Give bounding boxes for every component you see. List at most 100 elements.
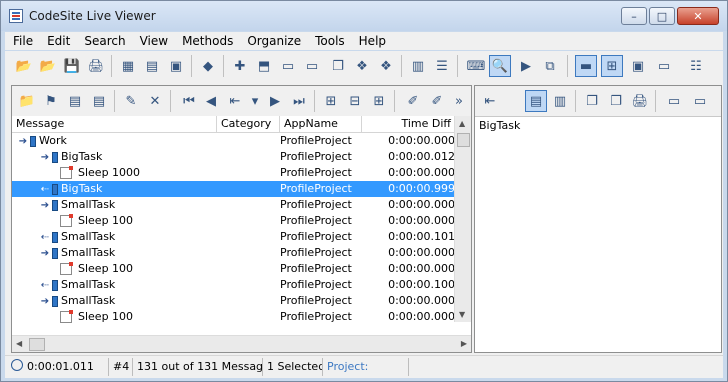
table-row[interactable]: ⇠ BigTask ProfileProject 0:00:00.999 bbox=[12, 181, 455, 197]
table-row[interactable]: Sleep 1000 ProfileProject 0:00:00.000 bbox=[12, 165, 455, 181]
menu-search[interactable]: Search bbox=[76, 34, 131, 48]
horizontal-scrollbar[interactable]: ◀ ▶ bbox=[12, 335, 471, 352]
scroll-left-icon[interactable]: ◀ bbox=[16, 339, 22, 348]
menu-help[interactable]: Help bbox=[351, 34, 392, 48]
detail-text-view-icon[interactable]: ▤ bbox=[525, 90, 547, 112]
copy-icon[interactable]: ▤ bbox=[141, 55, 163, 77]
row-appname: ProfileProject bbox=[280, 262, 352, 275]
flag-icon[interactable]: ⚑ bbox=[40, 90, 62, 112]
menu-methods[interactable]: Methods bbox=[174, 34, 239, 48]
table-row[interactable]: Sleep 100 ProfileProject 0:00:00.000 bbox=[12, 309, 455, 325]
layout-bottom-icon[interactable]: ▬ bbox=[575, 55, 597, 77]
edit-note-icon[interactable]: ▭ bbox=[277, 55, 299, 77]
package-check-icon[interactable]: ❖ bbox=[375, 55, 397, 77]
row-message: ⇠ SmallTask bbox=[12, 277, 254, 293]
detail-copy-icon[interactable]: ❐ bbox=[581, 90, 603, 112]
method-block-icon bbox=[52, 279, 58, 291]
scroll-right-icon[interactable]: ▶ bbox=[461, 339, 467, 348]
row-message: Sleep 1000 bbox=[12, 165, 276, 181]
method-block-icon bbox=[52, 183, 58, 195]
detail-grid-view-icon[interactable]: ▥ bbox=[549, 90, 571, 112]
back-icon[interactable]: ⇤ bbox=[224, 90, 246, 112]
last-icon[interactable]: ⏭ bbox=[288, 90, 310, 112]
menu-edit[interactable]: Edit bbox=[39, 34, 76, 48]
table-row[interactable]: ➔ Work ProfileProject 0:00:00.000 bbox=[12, 133, 455, 149]
minimize-button[interactable]: – bbox=[621, 7, 647, 25]
table-row[interactable]: ➔ SmallTask ProfileProject 0:00:00.000 bbox=[12, 245, 455, 261]
detail-window2-icon[interactable]: ▭ bbox=[689, 90, 711, 112]
highlight-icon[interactable]: ✐ bbox=[402, 90, 424, 112]
layers-icon[interactable]: ❐ bbox=[327, 55, 349, 77]
row-appname: ProfileProject bbox=[280, 150, 352, 163]
comment-icon[interactable]: ▭ bbox=[301, 55, 323, 77]
insert-icon[interactable]: ⬒ bbox=[253, 55, 275, 77]
header-timediff[interactable]: Time Diff bbox=[362, 116, 455, 132]
vertical-scrollbar[interactable]: ▲ ▼ bbox=[454, 116, 471, 322]
tree-expand-icon[interactable]: ⊞ bbox=[320, 90, 342, 112]
layout-detail-icon[interactable]: ▣ bbox=[627, 55, 649, 77]
row-timediff: 0:00:00.000 bbox=[388, 246, 455, 259]
menu-file[interactable]: File bbox=[5, 34, 39, 48]
toggle-icon[interactable]: ⊞ bbox=[368, 90, 390, 112]
search-icon[interactable]: 🔍 bbox=[489, 55, 511, 77]
table-row[interactable]: ➔ BigTask ProfileProject 0:00:00.012 bbox=[12, 149, 455, 165]
table-row[interactable]: ⇠ SmallTask ProfileProject 0:00:00.100 bbox=[12, 277, 455, 293]
title-bar[interactable]: CodeSite Live Viewer – □ ✕ bbox=[1, 1, 727, 31]
next-icon[interactable]: ▶ bbox=[264, 90, 286, 112]
row-appname: ProfileProject bbox=[280, 230, 352, 243]
palette-icon[interactable]: ◆ bbox=[197, 55, 219, 77]
tree-collapse-icon[interactable]: ⊟ bbox=[344, 90, 366, 112]
document-icon[interactable]: ▤ bbox=[64, 90, 86, 112]
menu-organize[interactable]: Organize bbox=[239, 34, 307, 48]
eraser-icon[interactable]: ✎ bbox=[120, 90, 142, 112]
header-category[interactable]: Category bbox=[217, 116, 280, 132]
open-folder-icon[interactable]: 📂 bbox=[13, 55, 35, 77]
previous-icon[interactable]: ◀ bbox=[200, 90, 222, 112]
table-row[interactable]: ➔ SmallTask ProfileProject 0:00:00.000 bbox=[12, 293, 455, 309]
maximize-button[interactable]: □ bbox=[649, 7, 675, 25]
detail-paste-icon[interactable]: ❐ bbox=[605, 90, 627, 112]
first-icon[interactable]: ⏮ bbox=[178, 90, 200, 112]
scroll-down-icon[interactable]: ▼ bbox=[459, 310, 465, 319]
dropdown-arrow-icon[interactable]: ▾ bbox=[244, 90, 266, 112]
table-row[interactable]: Sleep 100 ProfileProject 0:00:00.000 bbox=[12, 213, 455, 229]
vertical-scroll-thumb[interactable] bbox=[457, 133, 470, 147]
table-row[interactable]: ⇠ SmallTask ProfileProject 0:00:00.101 bbox=[12, 229, 455, 245]
open-recent-icon[interactable]: 📂 bbox=[37, 55, 59, 77]
rows-icon[interactable]: ☰ bbox=[431, 55, 453, 77]
properties-icon[interactable]: ☷ bbox=[685, 55, 707, 77]
paste-icon[interactable]: ▣ bbox=[165, 55, 187, 77]
detail-print-icon[interactable]: 🖨 bbox=[629, 90, 651, 112]
select-all-icon[interactable]: ▦ bbox=[117, 55, 139, 77]
layout-panel-icon[interactable]: ▭ bbox=[653, 55, 675, 77]
header-appname[interactable]: AppName bbox=[280, 116, 362, 132]
save-icon[interactable]: 💾 bbox=[61, 55, 83, 77]
marker-icon[interactable]: ✐ bbox=[426, 90, 448, 112]
document-text-icon[interactable]: ▤ bbox=[88, 90, 110, 112]
keyboard-icon[interactable]: ⌨ bbox=[465, 55, 487, 77]
horizontal-scroll-thumb[interactable] bbox=[29, 338, 45, 351]
table-row[interactable]: ➔ SmallTask ProfileProject 0:00:00.000 bbox=[12, 197, 455, 213]
row-message-text: SmallTask bbox=[61, 294, 116, 307]
menu-view[interactable]: View bbox=[132, 34, 174, 48]
scroll-up-icon[interactable]: ▲ bbox=[459, 119, 465, 128]
hierarchy-icon[interactable]: ⧉ bbox=[539, 55, 561, 77]
bookmark-icon[interactable]: ▶ bbox=[515, 55, 537, 77]
open-log-icon[interactable]: 📁 bbox=[16, 90, 38, 112]
table-row[interactable]: Sleep 100 ProfileProject 0:00:00.000 bbox=[12, 261, 455, 277]
print-icon[interactable]: 🖨 bbox=[85, 55, 107, 77]
detail-window-icon[interactable]: ▭ bbox=[663, 90, 685, 112]
package-icon[interactable]: ❖ bbox=[351, 55, 373, 77]
menu-tools[interactable]: Tools bbox=[307, 34, 351, 48]
columns-icon[interactable]: ▥ bbox=[407, 55, 429, 77]
sync-icon[interactable]: ⇤ bbox=[479, 90, 501, 112]
exit-method-icon: ⇠ bbox=[40, 280, 50, 291]
row-message-text: BigTask bbox=[61, 182, 103, 195]
delete-icon[interactable]: ✕ bbox=[144, 90, 166, 112]
close-button[interactable]: ✕ bbox=[677, 7, 719, 25]
overflow-icon[interactable]: » bbox=[452, 90, 466, 112]
header-message[interactable]: Message bbox=[12, 116, 217, 132]
add-icon[interactable]: ✚ bbox=[229, 55, 251, 77]
layout-split-icon[interactable]: ⊞ bbox=[601, 55, 623, 77]
row-appname: ProfileProject bbox=[280, 182, 352, 195]
